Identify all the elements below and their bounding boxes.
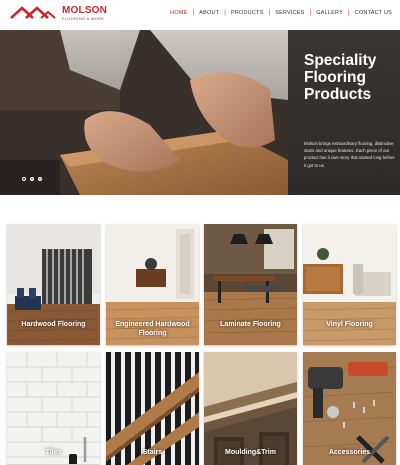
nav-products[interactable]: PRODUCTS [231, 10, 263, 16]
hero-image [0, 30, 288, 195]
product-card-stairs[interactable]: Stairs [106, 352, 199, 465]
nav-home[interactable]: HOME [170, 10, 187, 16]
slider-dot[interactable] [30, 177, 34, 181]
product-card-vinyl-flooring[interactable]: Vinyl Flooring [303, 224, 396, 345]
slider-dot[interactable] [38, 177, 42, 181]
brand-tagline: FLOORING & MORE [62, 16, 105, 21]
product-card-hardwood-flooring[interactable]: Hardwood Flooring [7, 224, 100, 345]
brand-logo[interactable]: MOLSON FLOORING & MORE [10, 4, 110, 24]
hero-description: Molson brings extraordinary flooring, di… [304, 141, 395, 168]
product-card-tiles[interactable]: Tiles [7, 352, 100, 465]
nav-contact-us[interactable]: CONTACT US [355, 10, 392, 16]
hero-hands-wood-photo [0, 30, 288, 195]
hero-title: Speciality Flooring Products [304, 52, 377, 103]
product-card-accessories[interactable]: Accessories [303, 352, 396, 465]
nav-separator: | [268, 10, 271, 16]
nav-about[interactable]: ABOUT [199, 10, 219, 16]
nav-separator: | [192, 10, 195, 16]
product-card-moulding-trim[interactable]: Moulding&Trim [204, 352, 297, 465]
product-card-engineered-hardwood-flooring[interactable]: Engineered Hardwood Flooring [106, 224, 199, 345]
roof-logo-icon [10, 6, 56, 19]
nav-gallery[interactable]: GALLERY [316, 10, 343, 16]
product-label: Vinyl Flooring [326, 321, 373, 328]
hero-slider: Speciality Flooring Products Molson brin… [0, 30, 400, 195]
nav-separator: | [309, 10, 312, 16]
hero-text-panel: Speciality Flooring Products Molson brin… [288, 30, 400, 195]
nav-separator: | [347, 10, 350, 16]
product-label: Moulding&Trim [225, 449, 276, 456]
nav-separator: | [224, 10, 226, 16]
product-label: Hardwood Flooring [21, 321, 86, 328]
product-label: Tiles [45, 449, 62, 456]
site-header: MOLSON FLOORING & MORE HOME | ABOUT | PR… [0, 0, 400, 28]
slider-dots [22, 177, 42, 181]
main-nav: HOME | ABOUT | PRODUCTS | SERVICES | GAL… [170, 10, 392, 16]
nav-services[interactable]: SERVICES [275, 10, 304, 16]
product-card-laminate-flooring[interactable]: Laminate Flooring [204, 224, 297, 345]
brand-name: MOLSON [62, 5, 108, 16]
product-label: Stairs [142, 449, 163, 456]
product-label: Accessories [328, 449, 371, 456]
product-label: Engineered Hardwood Flooring [115, 321, 190, 337]
slider-dot[interactable] [22, 177, 26, 181]
product-label: Laminate Flooring [220, 321, 281, 328]
